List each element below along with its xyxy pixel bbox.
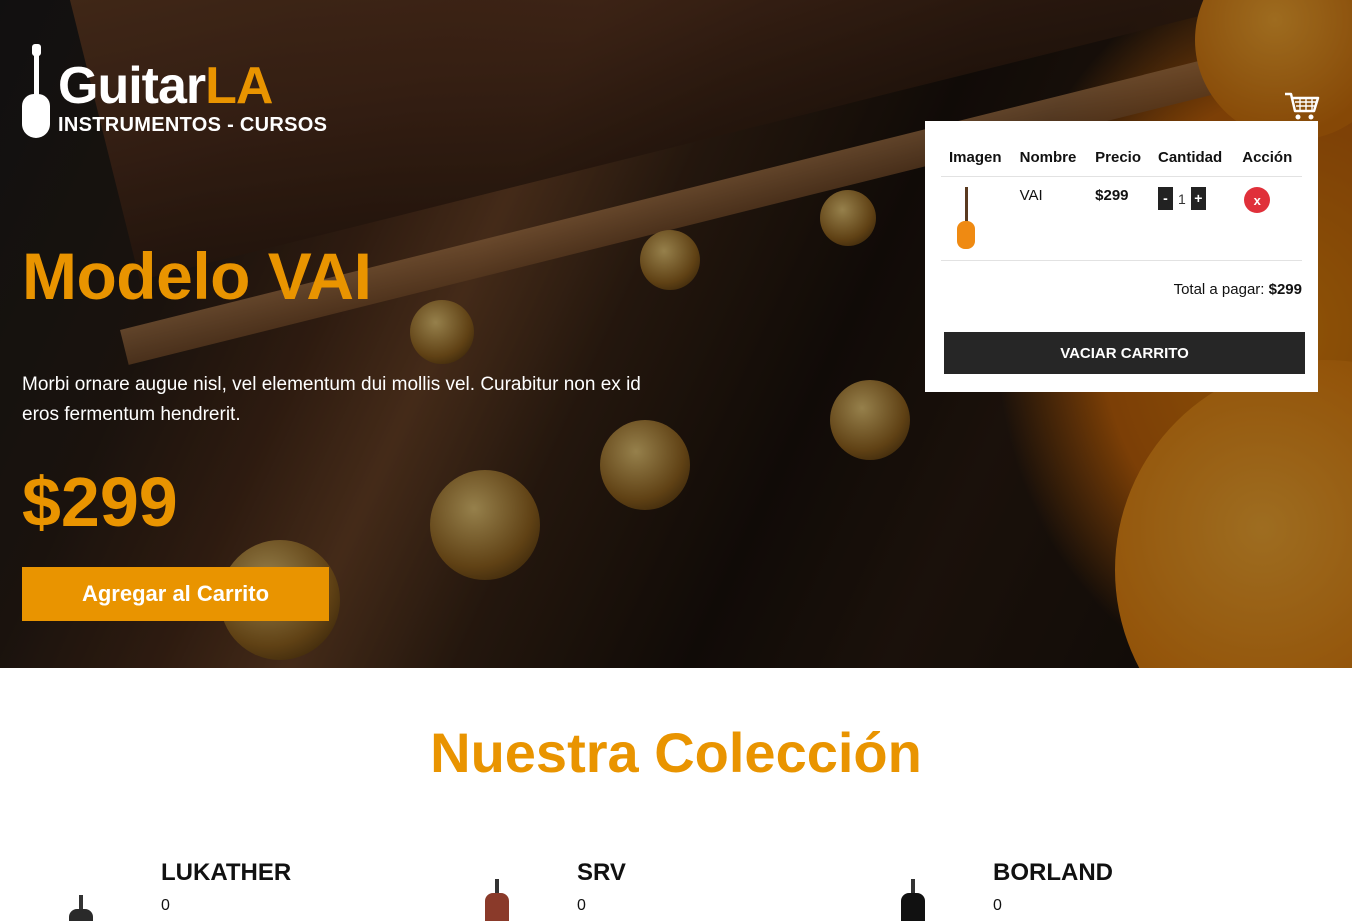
empty-cart-button[interactable]: VACIAR CARRITO — [944, 332, 1305, 374]
cart-row: VAI $299 - 1 + x — [941, 176, 1302, 261]
product-value: 0 — [577, 897, 586, 914]
product-card: LUKATHER 0 — [66, 855, 446, 921]
decrement-button[interactable]: - — [1158, 187, 1173, 210]
hero-description: Morbi ornare augue nisl, vel elementum d… — [22, 374, 641, 425]
add-to-cart-button[interactable]: Agregar al Carrito — [22, 567, 329, 621]
cart-total: Total a pagar: $299 — [1173, 281, 1302, 298]
cart-header-price: Precio — [1087, 137, 1150, 177]
cart-header-image: Imagen — [941, 137, 1012, 177]
brand-name: GuitarLA — [58, 57, 273, 115]
product-image — [482, 879, 512, 921]
cart-header-action: Acción — [1234, 137, 1302, 177]
brand-tagline: INSTRUMENTOS - CURSOS — [58, 114, 328, 136]
collection-title: Nuestra Colección — [430, 721, 922, 784]
product-card: SRV 0 — [482, 855, 862, 921]
product-name: LUKATHER — [161, 859, 292, 886]
product-name: SRV — [577, 859, 626, 886]
product-image — [898, 879, 928, 921]
cart-total-value: $299 — [1268, 281, 1302, 298]
cart-dropdown: Imagen Nombre Precio Cantidad Acción VAI… — [925, 121, 1318, 392]
quantity-stepper: - 1 + — [1158, 187, 1234, 210]
quantity-value: 1 — [1178, 190, 1186, 207]
logo[interactable]: GuitarLA INSTRUMENTOS - CURSOS — [22, 44, 327, 140]
cart-header-name: Nombre — [1011, 137, 1088, 177]
cart-icon[interactable] — [1284, 92, 1320, 122]
product-value: 0 — [161, 897, 170, 914]
cart-item-price: $299 — [1087, 176, 1150, 261]
hero-price: $299 — [22, 463, 178, 541]
increment-button[interactable]: + — [1190, 187, 1206, 210]
product-name: BORLAND — [993, 859, 1113, 886]
hero-title: Modelo VAI — [22, 239, 372, 313]
guitar-logo-icon — [22, 44, 52, 140]
product-card: BORLAND 0 — [898, 855, 1278, 921]
product-value: 0 — [993, 897, 1002, 914]
product-image — [66, 895, 96, 921]
remove-item-button[interactable]: x — [1244, 187, 1271, 213]
cart-header-quantity: Cantidad — [1150, 137, 1235, 177]
cart-table: Imagen Nombre Precio Cantidad Acción VAI… — [941, 137, 1302, 261]
product-thumbnail — [955, 187, 977, 249]
cart-item-name: VAI — [1011, 176, 1088, 261]
